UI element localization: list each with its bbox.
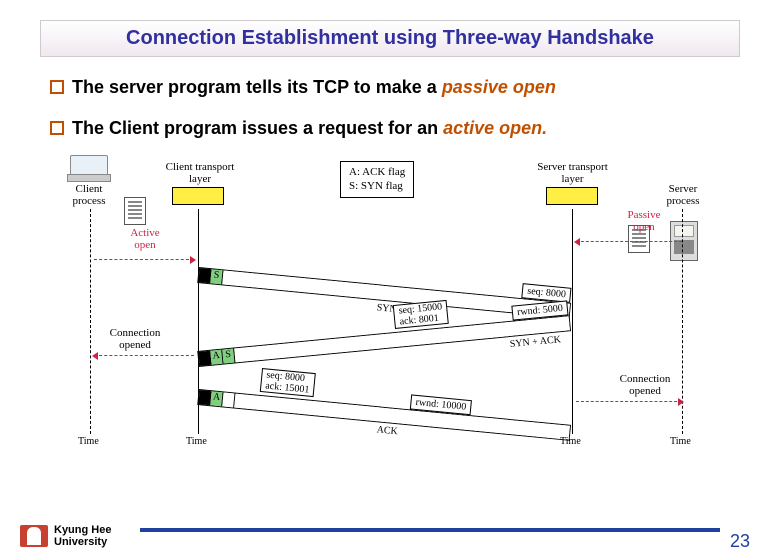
conn-opened-right-arrow: [576, 401, 682, 402]
bullet-2: The Client program issues a request for …: [50, 118, 730, 139]
time-2: Time: [186, 436, 207, 447]
bullet-2-text: The Client program issues a request for …: [72, 118, 547, 139]
active-open-label: Active open: [120, 227, 170, 251]
footer: Kyung Hee University: [20, 524, 111, 548]
footer-bar: [140, 528, 720, 532]
bullet-2-pre: The Client program issues a request for …: [72, 118, 443, 138]
active-open-arrow: [94, 259, 194, 260]
time-4: Time: [670, 436, 691, 447]
ack-segment: seq: 8000 ack: 15001 rwnd: 10000 A ACK: [197, 389, 571, 441]
ack-seqack: seq: 8000 ack: 15001: [260, 368, 316, 397]
handshake-diagram: Client process Client transport layer A:…: [60, 149, 720, 449]
client-process-line: [90, 209, 91, 434]
synack-segment: seq: 15000 ack: 8001 rwnd: 5000 A S SYN …: [197, 315, 571, 367]
passive-open-label: Passive open: [618, 209, 670, 233]
synack-seqack: seq: 15000 ack: 8001: [393, 300, 449, 329]
conn-opened-left: Connection opened: [106, 327, 164, 351]
legend-box: A: ACK flag S: SYN flag: [340, 161, 414, 198]
legend-line2: S: SYN flag: [349, 179, 405, 193]
bullet-icon: [50, 80, 64, 94]
bullet-1: The server program tells its TCP to make…: [50, 77, 730, 98]
page-number: 23: [730, 531, 750, 552]
time-3: Time: [560, 436, 581, 447]
synack-label: SYN + ACK: [509, 334, 561, 350]
ack-label: ACK: [376, 424, 398, 437]
slide-title: Connection Establishment using Three-way…: [126, 27, 654, 49]
footer-uni1: Kyung Hee: [54, 524, 111, 536]
laptop-icon: [70, 155, 108, 177]
conn-opened-right: Connection opened: [616, 373, 674, 397]
bullet-icon: [50, 121, 64, 135]
legend-line1: A: ACK flag: [349, 165, 405, 179]
conn-opened-left-arrow: [94, 355, 194, 356]
client-transport-label: Client transport layer: [160, 161, 240, 185]
time-1: Time: [78, 436, 99, 447]
client-process-label: Client process: [64, 183, 114, 207]
bullet-1-emph: passive open: [442, 77, 556, 97]
server-transport-label: Server transport layer: [530, 161, 615, 185]
slide-title-box: Connection Establishment using Three-way…: [40, 20, 740, 57]
client-doc-icon: [124, 197, 146, 225]
ack-body: [234, 394, 570, 440]
bullet-1-pre: The server program tells its TCP to make…: [72, 77, 442, 97]
bullet-1-text: The server program tells its TCP to make…: [72, 77, 556, 98]
footer-text: Kyung Hee University: [54, 524, 111, 548]
server-transport-box: [546, 187, 598, 205]
passive-open-arrow: [576, 241, 682, 242]
bullet-2-emph: active open.: [443, 118, 547, 138]
server-process-label: Server process: [660, 183, 706, 207]
university-logo-icon: [20, 525, 48, 547]
client-transport-box: [172, 187, 224, 205]
footer-uni2: University: [54, 536, 111, 548]
